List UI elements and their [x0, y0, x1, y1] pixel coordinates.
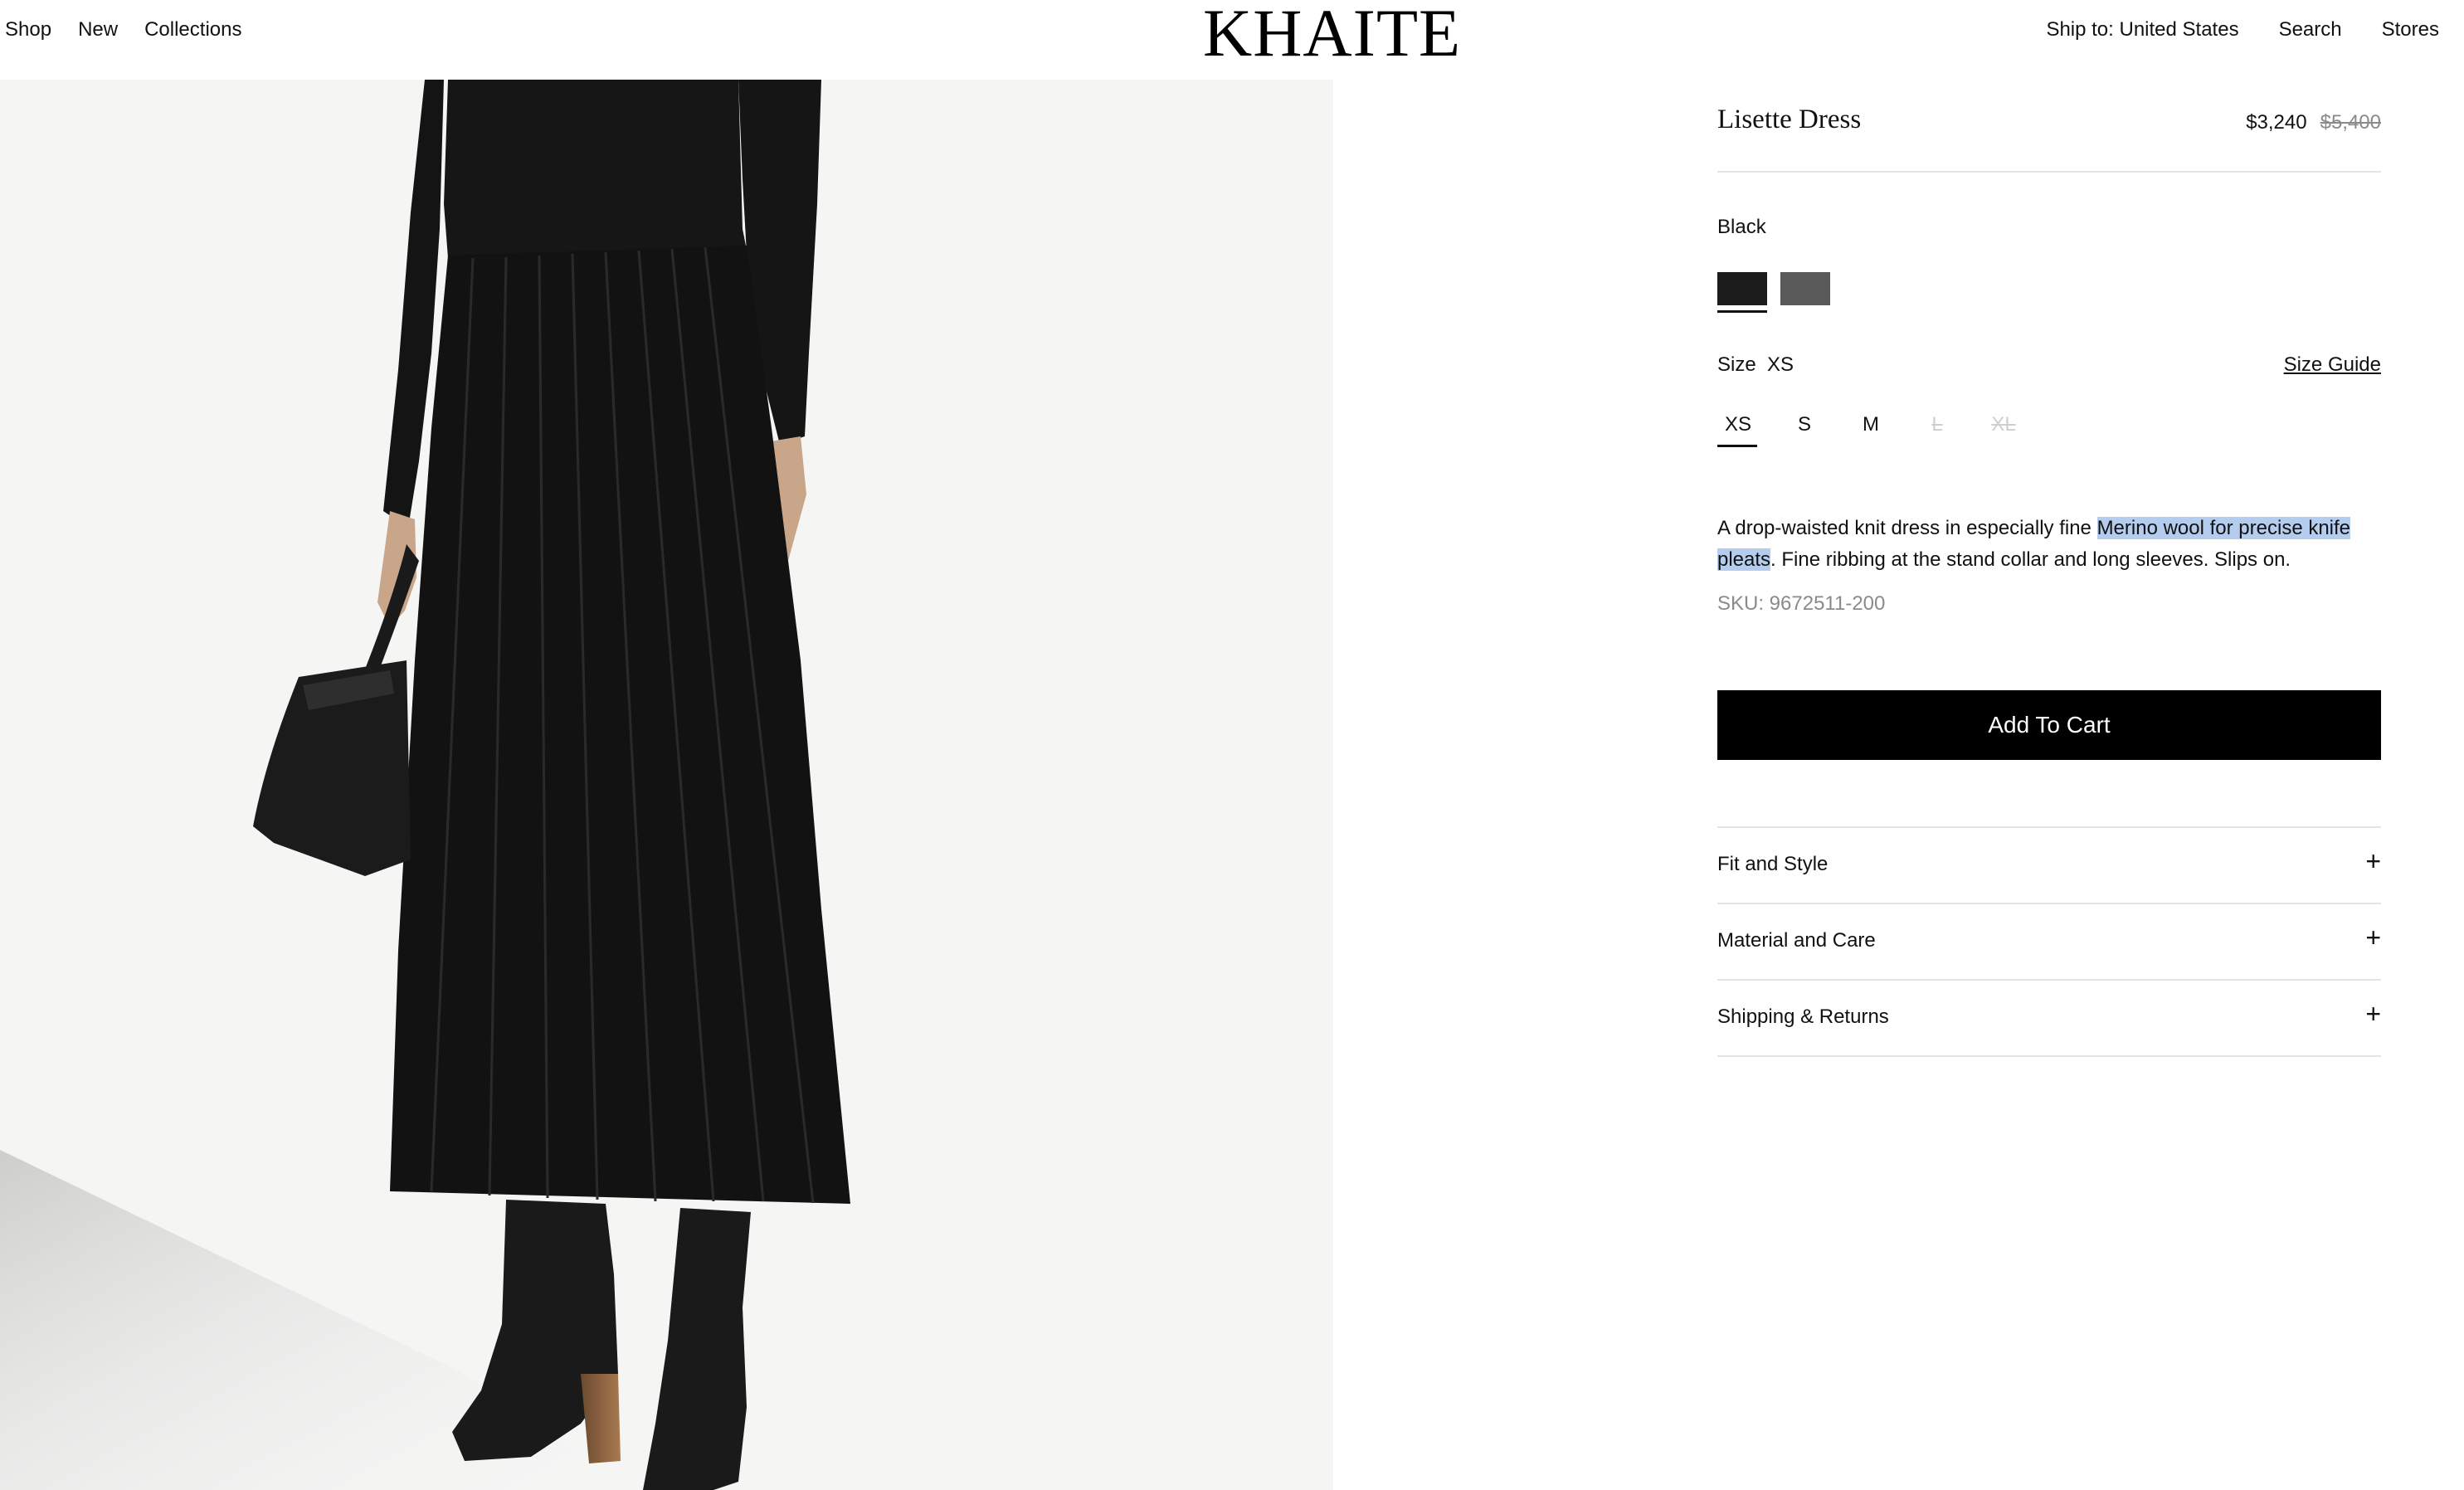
- plus-icon: +: [2365, 999, 2381, 1029]
- accordion-label: Material and Care: [1717, 929, 1876, 952]
- nav-collections[interactable]: Collections: [144, 18, 241, 41]
- product-details: Lisette Dress $3,240 $5,400 Black Size X…: [1717, 80, 2381, 1057]
- description-text-start: A drop-waisted knit dress in especially …: [1717, 517, 2097, 539]
- product-image[interactable]: [0, 80, 1333, 1490]
- selected-swatch-indicator: [1717, 310, 1767, 313]
- size-guide-link[interactable]: Size Guide: [2284, 353, 2381, 377]
- plus-icon: +: [2365, 923, 2381, 952]
- swatch-black[interactable]: [1717, 272, 1767, 305]
- size-label: Size: [1717, 353, 1756, 376]
- utility-nav: Ship to: United States Search Stores: [2046, 18, 2439, 41]
- brand-logo[interactable]: KHAITE: [1203, 0, 1460, 67]
- accordion-material-and-care[interactable]: Material and Care +: [1717, 904, 2381, 981]
- accordion-label: Shipping & Returns: [1717, 1006, 1889, 1028]
- ship-to-link[interactable]: Ship to: United States: [2046, 18, 2238, 41]
- size-option-m[interactable]: M: [1850, 413, 1892, 436]
- accordion-fit-and-style[interactable]: Fit and Style +: [1717, 828, 2381, 904]
- product-sku: SKU: 9672511-200: [1717, 592, 1886, 615]
- size-option-xs[interactable]: XS: [1717, 413, 1759, 436]
- nav-new[interactable]: New: [78, 18, 118, 41]
- description-text-end: . Fine ribbing at the stand collar and l…: [1770, 548, 2291, 571]
- product-description: A drop-waisted knit dress in especially …: [1717, 513, 2381, 576]
- title-row: Lisette Dress $3,240 $5,400: [1717, 80, 2381, 173]
- size-option-s[interactable]: S: [1784, 413, 1825, 436]
- product-title: Lisette Dress: [1717, 105, 1862, 134]
- stores-link[interactable]: Stores: [2382, 18, 2439, 41]
- color-label: Black: [1717, 216, 1766, 238]
- selected-size-value: XS: [1767, 353, 1794, 376]
- dress-photo: [0, 80, 850, 1490]
- size-row: Size XS Size Guide: [1717, 353, 2381, 378]
- accordion-shipping-returns[interactable]: Shipping & Returns +: [1717, 981, 2381, 1057]
- size-option-xl[interactable]: XL: [1983, 413, 2024, 436]
- add-to-cart-button[interactable]: Add To Cart: [1717, 690, 2381, 760]
- search-link[interactable]: Search: [2279, 18, 2342, 41]
- price-block: $3,240 $5,400: [2246, 111, 2381, 134]
- sale-price: $3,240: [2246, 111, 2307, 134]
- size-option-l[interactable]: L: [1916, 413, 1958, 436]
- plus-icon: +: [2365, 846, 2381, 876]
- selected-size-indicator: [1717, 445, 1757, 447]
- details-accordion: Fit and Style + Material and Care + Ship…: [1717, 826, 2381, 1057]
- original-price: $5,400: [2320, 111, 2381, 134]
- accordion-label: Fit and Style: [1717, 853, 1829, 875]
- primary-nav: Shop New Collections: [5, 18, 241, 41]
- nav-shop[interactable]: Shop: [5, 18, 51, 41]
- site-header: Shop New Collections KHAITE Ship to: Uni…: [0, 0, 2464, 80]
- swatch-gray[interactable]: [1780, 272, 1830, 305]
